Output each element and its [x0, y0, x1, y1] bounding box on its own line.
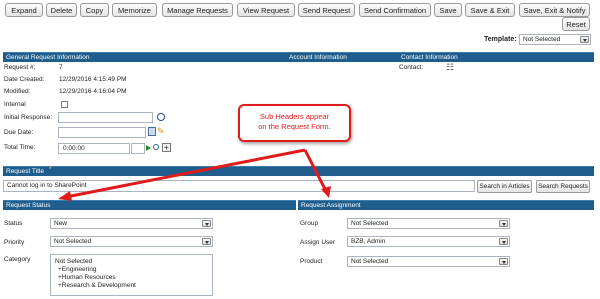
- arrow-to-request-status: [65, 148, 306, 199]
- annotation-arrows: [58, 148, 331, 201]
- arrowhead-left: [58, 191, 72, 201]
- arrow-to-request-assignment: [303, 149, 328, 192]
- arrowhead-right: [321, 186, 331, 198]
